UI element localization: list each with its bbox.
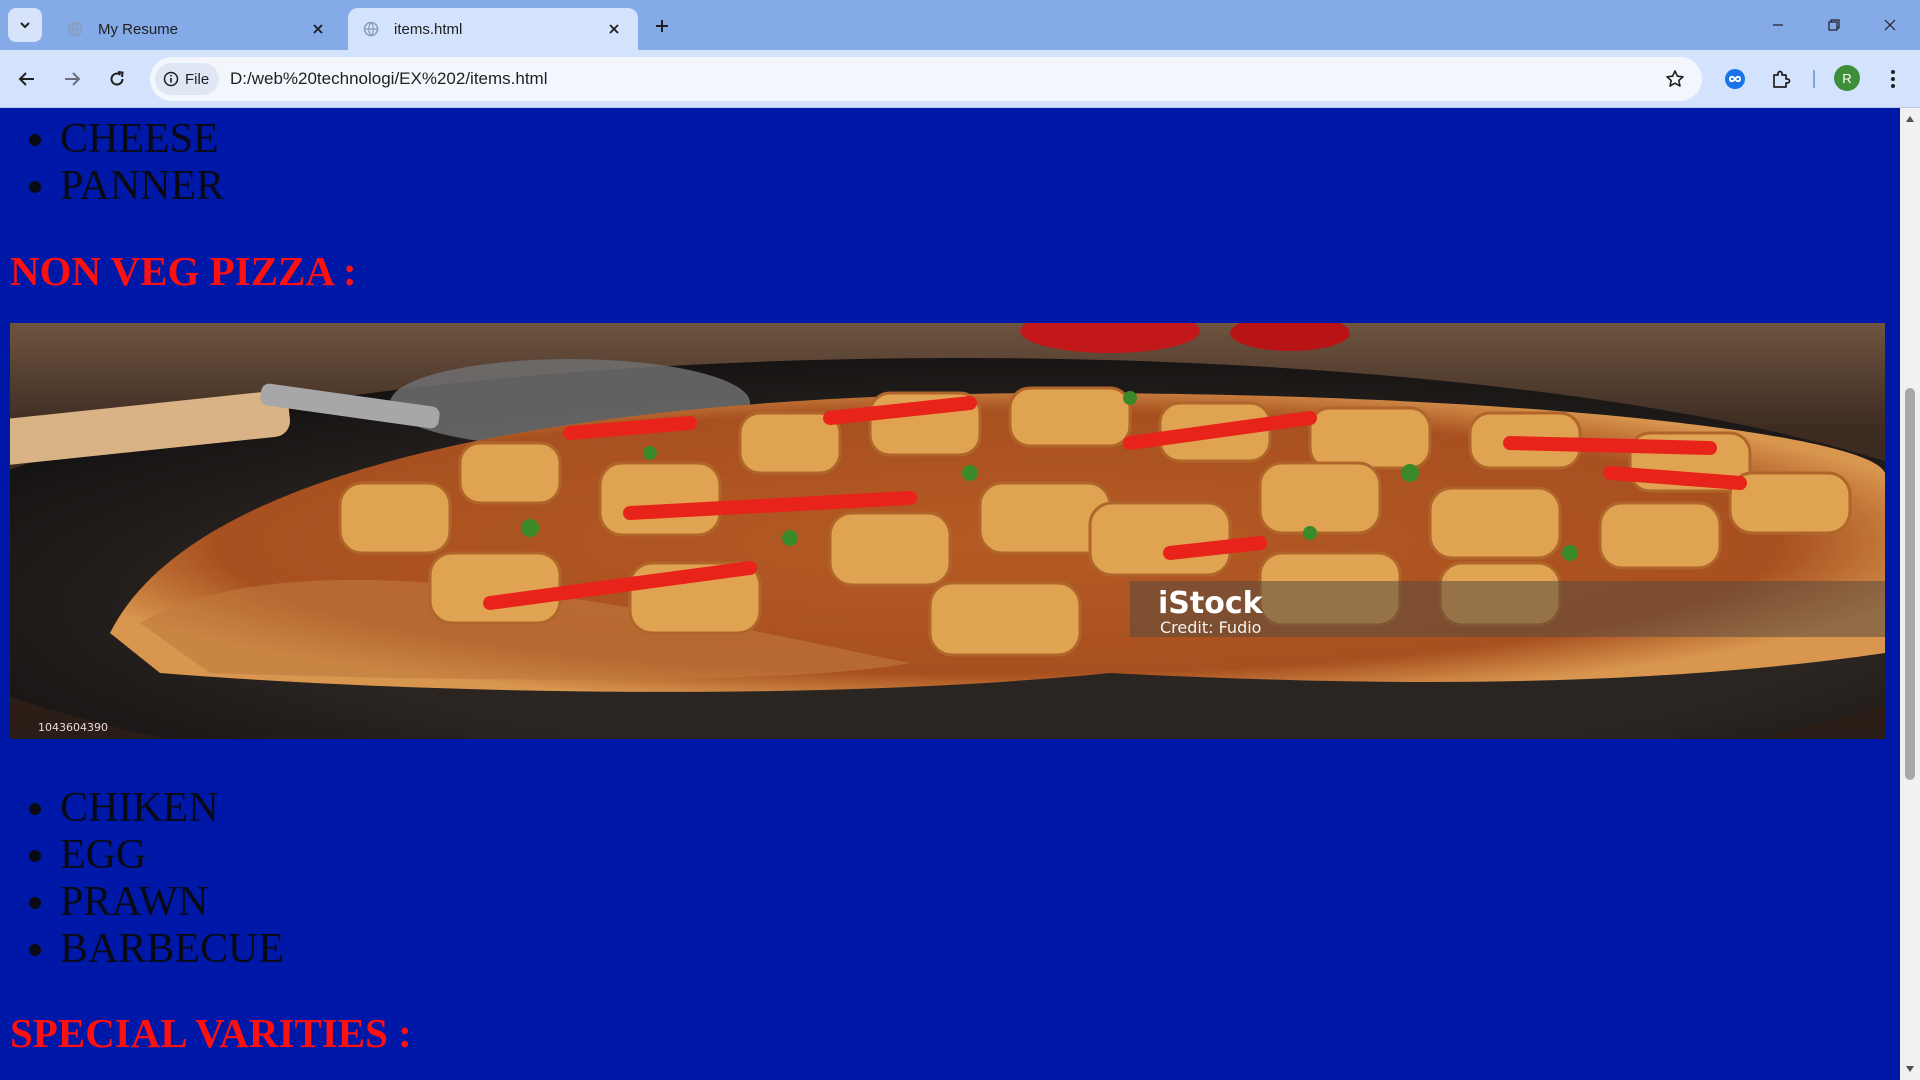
page-scrollbar[interactable] <box>1900 108 1920 1080</box>
list-item: EGG <box>60 832 284 879</box>
address-bar[interactable]: File D:/web%20technologi/EX%202/items.ht… <box>150 57 1702 101</box>
restore-icon <box>1828 19 1840 31</box>
nonveg-pizza-heading: NON VEG PIZZA : <box>10 248 357 294</box>
list-item: PANNER <box>60 163 224 210</box>
new-tab-button[interactable] <box>648 12 676 40</box>
kebab-menu-icon <box>1891 70 1895 88</box>
toolbar-divider <box>1813 70 1815 88</box>
profile-avatar[interactable]: R <box>1834 65 1860 91</box>
infinity-extension-icon <box>1725 69 1745 89</box>
minimize-icon <box>1773 24 1783 26</box>
list-item: PRAWN <box>60 879 284 926</box>
tab-strip: My Resume items.html <box>0 0 1920 50</box>
browser-window: My Resume items.html File D:/web%20techn… <box>0 0 1920 1080</box>
close-icon <box>1884 19 1896 31</box>
scroll-up-arrow[interactable] <box>1900 110 1920 128</box>
forward-button[interactable] <box>55 62 89 96</box>
veg-items-list: CHEESE PANNER <box>0 116 224 210</box>
page-viewport: CHEESE PANNER NON VEG PIZZA : <box>0 108 1900 1080</box>
extensions-menu-button[interactable] <box>1764 62 1798 96</box>
plus-icon <box>656 20 668 32</box>
tab-items-html[interactable]: items.html <box>348 8 638 50</box>
back-button[interactable] <box>10 62 44 96</box>
scroll-down-arrow[interactable] <box>1900 1060 1920 1078</box>
nonveg-items-list: CHIKEN EGG PRAWN BARBECUE <box>0 785 284 973</box>
list-item: CHIKEN <box>60 785 284 832</box>
special-varities-heading: SPECIAL VARITIES : <box>10 1010 412 1056</box>
tab-search-button[interactable] <box>8 8 42 42</box>
minimize-button[interactable] <box>1750 0 1806 50</box>
site-info-chip[interactable]: File <box>155 63 220 95</box>
puzzle-icon <box>1773 70 1791 88</box>
site-chip-label: File <box>185 70 210 88</box>
browser-toolbar: File D:/web%20technologi/EX%202/items.ht… <box>0 50 1920 108</box>
watermark-brand: iStock <box>1158 586 1264 621</box>
globe-icon <box>362 20 380 38</box>
list-item: BARBECUE <box>60 926 284 973</box>
reload-button[interactable] <box>100 62 134 96</box>
arrow-right-icon <box>65 72 81 86</box>
globe-icon <box>66 20 84 38</box>
close-window-button[interactable] <box>1862 0 1918 50</box>
scroll-thumb[interactable] <box>1905 388 1915 780</box>
stock-id: 1043604390 <box>38 721 108 734</box>
reload-icon <box>110 71 124 86</box>
triangle-up-icon <box>1906 116 1914 122</box>
menu-button[interactable] <box>1876 62 1910 96</box>
chevron-down-icon <box>20 22 30 29</box>
star-icon <box>1666 70 1684 87</box>
tab-title: My Resume <box>98 20 179 38</box>
restore-button[interactable] <box>1806 0 1862 50</box>
list-item: CHEESE <box>60 116 224 163</box>
tab-title: items.html <box>394 20 463 38</box>
watermark-credit: Credit: Fudio <box>1160 618 1261 637</box>
info-icon <box>163 71 179 87</box>
close-icon[interactable] <box>602 17 626 41</box>
tab-my-resume[interactable]: My Resume <box>52 8 342 50</box>
nonveg-pizza-image: iStock Credit: Fudio 1043604390 <box>10 323 1885 739</box>
url-text[interactable]: D:/web%20technologi/EX%202/items.html <box>230 57 548 101</box>
arrow-left-icon <box>18 72 34 86</box>
extension-button[interactable] <box>1718 62 1752 96</box>
close-icon[interactable] <box>306 17 330 41</box>
triangle-down-icon <box>1906 1066 1914 1072</box>
bookmark-button[interactable] <box>1658 62 1692 96</box>
